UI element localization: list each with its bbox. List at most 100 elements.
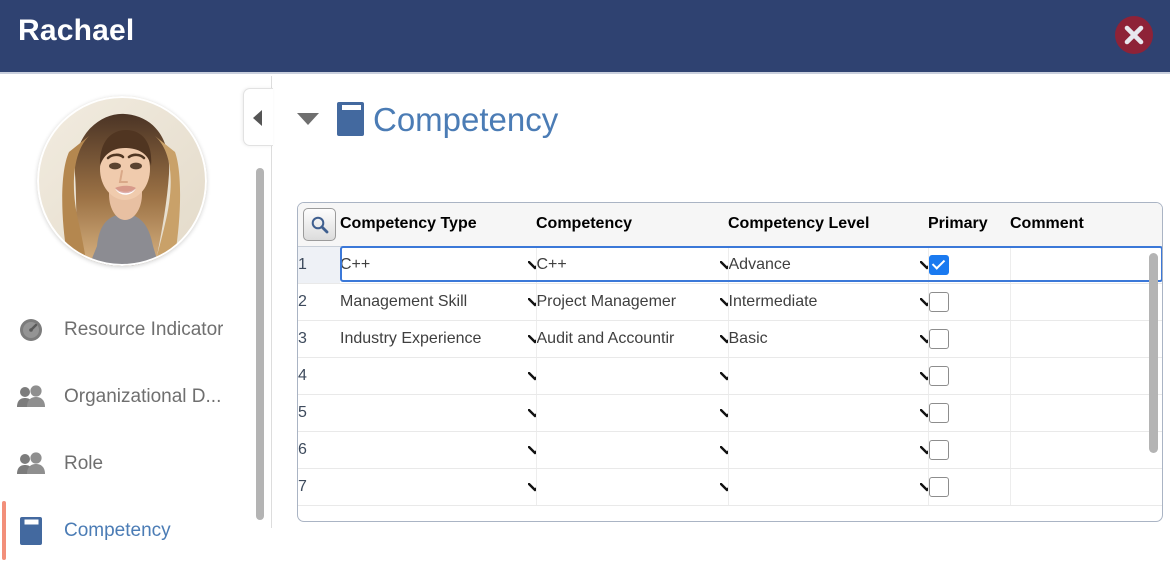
primary-checkbox-cell[interactable] <box>928 246 1010 283</box>
column-header-comment[interactable]: Comment <box>1010 203 1162 246</box>
competency-type-select[interactable] <box>340 431 536 468</box>
chevron-left-icon <box>253 110 262 126</box>
primary-checkbox-cell[interactable] <box>928 394 1010 431</box>
search-column-header <box>298 203 340 246</box>
competency-select[interactable] <box>536 431 728 468</box>
primary-checkbox[interactable] <box>929 292 949 312</box>
primary-checkbox-cell[interactable] <box>928 431 1010 468</box>
primary-checkbox-cell[interactable] <box>928 357 1010 394</box>
table-row[interactable]: 2Management SkillProject ManagemerInterm… <box>298 283 1162 320</box>
competency-level-select[interactable] <box>728 394 928 431</box>
cell-text: Intermediate <box>729 293 928 311</box>
cell-text: Audit and Accountir <box>537 330 728 348</box>
table-row[interactable]: 1C++C++Advance <box>298 246 1162 283</box>
competency-level-select[interactable] <box>728 357 928 394</box>
competency-grid: Competency Type Competency Competency Le… <box>297 202 1163 522</box>
competency-select[interactable] <box>536 357 728 394</box>
comment-field[interactable] <box>1010 320 1162 357</box>
competency-type-select[interactable] <box>340 357 536 394</box>
primary-checkbox[interactable] <box>929 440 949 460</box>
sidebar-item-label: Role <box>64 453 103 475</box>
primary-checkbox[interactable] <box>929 366 949 386</box>
people-group-icon <box>14 449 48 479</box>
competency-level-select[interactable]: Advance <box>728 246 928 283</box>
competency-select[interactable] <box>536 468 728 505</box>
row-number: 5 <box>298 394 340 431</box>
sidebar-item-organizational-d[interactable]: Organizational D... <box>0 363 258 430</box>
cell-text: Industry Experience <box>340 330 536 348</box>
column-header-competency[interactable]: Competency <box>536 203 728 246</box>
comment-field[interactable] <box>1010 394 1162 431</box>
competency-level-select[interactable] <box>728 431 928 468</box>
competency-type-select[interactable]: Management Skill <box>340 283 536 320</box>
avatar <box>37 96 207 266</box>
cell-text: C++ <box>537 256 728 274</box>
section-title: Competency <box>373 103 558 136</box>
comment-field[interactable] <box>1010 283 1162 320</box>
primary-checkbox-cell[interactable] <box>928 283 1010 320</box>
competency-select[interactable] <box>536 394 728 431</box>
column-header-competency-type[interactable]: Competency Type <box>340 203 536 246</box>
competency-level-select[interactable]: Basic <box>728 320 928 357</box>
row-number: 7 <box>298 468 340 505</box>
sidebar-scrollbar[interactable] <box>256 168 264 520</box>
comment-field[interactable] <box>1010 246 1162 283</box>
table-header: Competency Type Competency Competency Le… <box>298 203 1162 246</box>
caret-down-icon[interactable] <box>297 113 319 125</box>
people-group-icon <box>14 382 48 412</box>
table-row[interactable]: 3Industry ExperienceAudit and AccountirB… <box>298 320 1162 357</box>
sidebar-item-resource-indicator[interactable]: Resource Indicator <box>0 296 258 363</box>
competency-section-header: Competency <box>297 102 558 136</box>
search-button[interactable] <box>303 208 336 241</box>
table-row[interactable]: 6 <box>298 431 1162 468</box>
window-titlebar: Rachael <box>0 0 1170 74</box>
close-icon <box>1115 16 1153 54</box>
comment-field[interactable] <box>1010 468 1162 505</box>
cell-text: Advance <box>729 256 928 274</box>
primary-checkbox-cell[interactable] <box>928 468 1010 505</box>
grid-scrollbar[interactable] <box>1149 253 1158 453</box>
primary-checkbox[interactable] <box>929 255 949 275</box>
gauge-icon <box>14 315 48 345</box>
sidebar-item-competency[interactable]: Competency <box>0 497 258 564</box>
avatar-photo <box>37 96 207 266</box>
left-profile-panel: Resource Indicator Organizational D... <box>0 76 272 528</box>
comment-field[interactable] <box>1010 431 1162 468</box>
row-number: 2 <box>298 283 340 320</box>
collapse-panel-button[interactable] <box>243 88 273 146</box>
sidebar-nav: Resource Indicator Organizational D... <box>0 296 258 564</box>
sidebar-item-label: Organizational D... <box>64 386 221 408</box>
cell-text: Management Skill <box>340 293 536 311</box>
competency-level-select[interactable] <box>728 468 928 505</box>
column-header-primary[interactable]: Primary <box>928 203 1010 246</box>
table-row[interactable]: 5 <box>298 394 1162 431</box>
book-icon <box>14 516 48 546</box>
row-number: 1 <box>298 246 340 283</box>
row-number: 4 <box>298 357 340 394</box>
primary-checkbox[interactable] <box>929 329 949 349</box>
table-row[interactable]: 7 <box>298 468 1162 505</box>
competency-level-select[interactable]: Intermediate <box>728 283 928 320</box>
book-icon <box>337 102 364 136</box>
comment-field[interactable] <box>1010 357 1162 394</box>
competency-type-select[interactable]: C++ <box>340 246 536 283</box>
primary-checkbox[interactable] <box>929 403 949 423</box>
table-row[interactable]: 4 <box>298 357 1162 394</box>
row-number: 6 <box>298 431 340 468</box>
sidebar-item-label: Competency <box>64 520 171 542</box>
primary-checkbox-cell[interactable] <box>928 320 1010 357</box>
competency-type-select[interactable] <box>340 394 536 431</box>
active-indicator <box>2 501 6 560</box>
competency-select[interactable]: Project Managemer <box>536 283 728 320</box>
cell-text: Basic <box>729 330 928 348</box>
search-icon <box>310 215 329 234</box>
primary-checkbox[interactable] <box>929 477 949 497</box>
main-content-panel: Competency Competency Type Competency <box>273 76 1170 528</box>
competency-select[interactable]: C++ <box>536 246 728 283</box>
competency-type-select[interactable]: Industry Experience <box>340 320 536 357</box>
competency-type-select[interactable] <box>340 468 536 505</box>
competency-select[interactable]: Audit and Accountir <box>536 320 728 357</box>
close-button[interactable] <box>1115 16 1153 54</box>
sidebar-item-role[interactable]: Role <box>0 430 258 497</box>
column-header-competency-level[interactable]: Competency Level <box>728 203 928 246</box>
